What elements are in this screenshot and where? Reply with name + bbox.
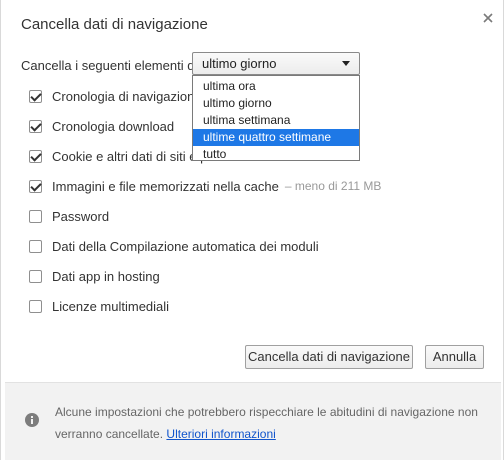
- option-row-media-licenses: Licenze multimediali: [29, 297, 169, 315]
- time-range-row: Cancella i seguenti elementi da:: [21, 55, 205, 75]
- time-range-selected-value: ultimo giorno: [202, 56, 277, 71]
- option-label-browsing-history: Cronologia di navigazione: [52, 88, 202, 104]
- option-label-download-history: Cronologia download: [52, 118, 175, 134]
- option-label-cache: Immagini e file memorizzati nella cache: [52, 178, 279, 194]
- option-label-hosted-apps: Dati app in hosting: [52, 268, 160, 284]
- checkbox-cache[interactable]: [29, 179, 42, 193]
- chevron-down-icon: [342, 61, 350, 66]
- option-row-cookies: Cookie e altri dati di siti e p: [29, 147, 207, 165]
- checkbox-passwords[interactable]: [29, 209, 42, 223]
- checkbox-media-licenses[interactable]: [29, 299, 42, 313]
- close-icon[interactable]: [481, 11, 495, 25]
- dropdown-option-ultime-quattro-settimane[interactable]: ultime quattro settimane: [193, 129, 359, 146]
- info-icon: [25, 413, 39, 427]
- dropdown-option-ultimo-giorno[interactable]: ultimo giorno: [193, 95, 359, 112]
- option-row-browsing-history: Cronologia di navigazione: [29, 87, 202, 105]
- option-label-autofill: Dati della Compilazione automatica dei m…: [52, 238, 319, 254]
- option-row-autofill: Dati della Compilazione automatica dei m…: [29, 237, 319, 255]
- time-range-label: Cancella i seguenti elementi da:: [21, 57, 206, 73]
- option-label-cookies: Cookie e altri dati di siti e p: [52, 148, 208, 164]
- footer-message: Alcune impostazioni che potrebbero rispe…: [55, 401, 495, 445]
- checkbox-cookies[interactable]: [29, 149, 42, 163]
- checkbox-autofill[interactable]: [29, 239, 42, 253]
- dropdown-option-tutto[interactable]: tutto: [193, 146, 359, 163]
- time-range-dropdown: ultima ora ultimo giorno ultima settiman…: [192, 75, 360, 161]
- cache-size-note: – meno di 211 MB: [284, 179, 382, 193]
- dialog-footer: Alcune impostazioni che potrebbero rispe…: [5, 382, 501, 460]
- dropdown-option-ultima-settimana[interactable]: ultima settimana: [193, 112, 359, 129]
- learn-more-link[interactable]: Ulteriori informazioni: [166, 427, 275, 441]
- option-row-download-history: Cronologia download: [29, 117, 174, 135]
- option-row-hosted-apps: Dati app in hosting: [29, 267, 160, 285]
- cancel-button[interactable]: Annulla: [425, 345, 484, 369]
- option-row-passwords: Password: [29, 207, 109, 225]
- clear-data-button[interactable]: Cancella dati di navigazione: [245, 345, 413, 369]
- checkbox-browsing-history[interactable]: [29, 89, 42, 103]
- option-row-cache: Immagini e file memorizzati nella cache …: [29, 177, 381, 195]
- clear-browsing-data-dialog: Cancella dati di navigazione Cancella i …: [0, 0, 504, 460]
- dialog-title: Cancella dati di navigazione: [21, 16, 208, 33]
- option-label-passwords: Password: [52, 208, 110, 224]
- dropdown-option-ultima-ora[interactable]: ultima ora: [193, 78, 359, 95]
- checkbox-hosted-apps[interactable]: [29, 269, 42, 283]
- option-label-media-licenses: Licenze multimediali: [52, 298, 170, 314]
- time-range-select[interactable]: ultimo giorno: [192, 52, 360, 75]
- checkbox-download-history[interactable]: [29, 119, 42, 133]
